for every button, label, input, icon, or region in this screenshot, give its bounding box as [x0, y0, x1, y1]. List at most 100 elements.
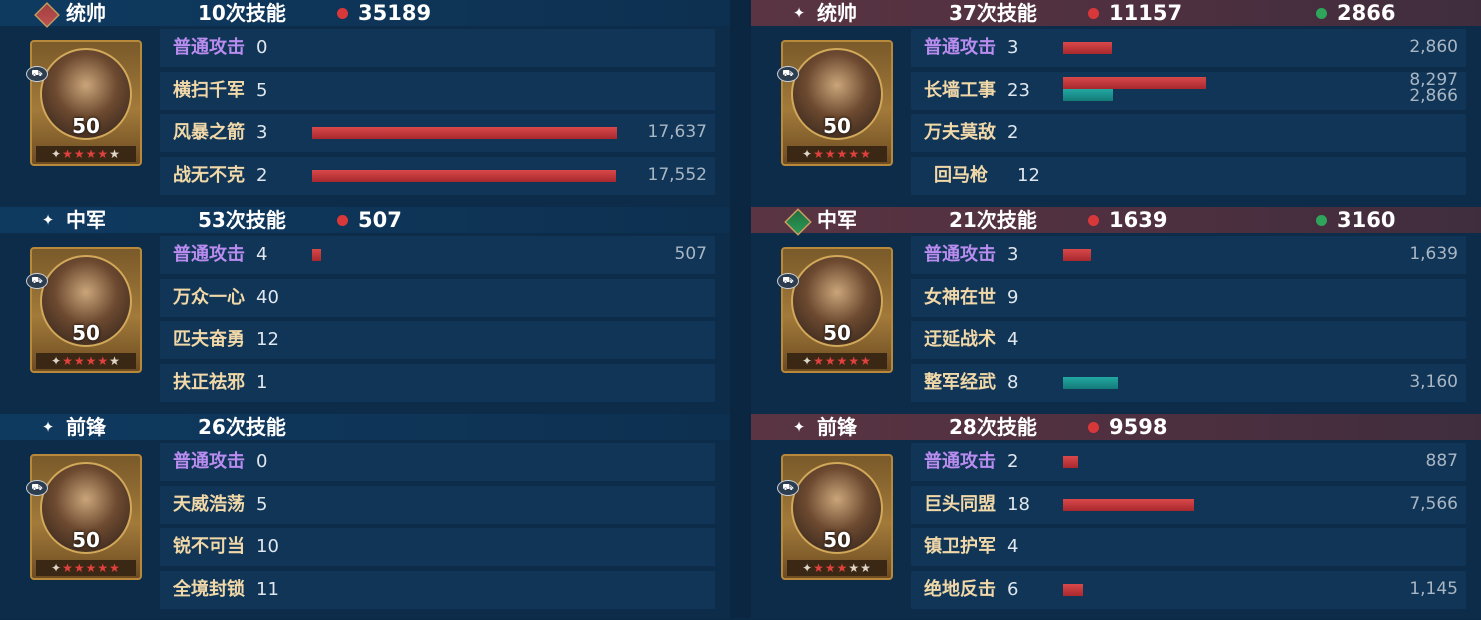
skill-row: 女神在世 9 — [911, 279, 1466, 317]
skill-count-total: 28次技能 — [949, 415, 1037, 439]
hero-level: 50 — [72, 321, 100, 345]
hero-position: 中军 — [817, 208, 857, 232]
hero-portrait[interactable]: ⛟ 50 ✦★★★★★ — [26, 454, 142, 580]
hero-header: 中军 21次技能 1639 3160 — [751, 207, 1481, 236]
star-rating: ✦★★★★★ — [787, 560, 887, 576]
skill-row: 镇卫护军 4 — [911, 528, 1466, 566]
skill-row: 普通攻击 2 887 — [911, 443, 1466, 481]
hero-header: ✦ 前锋 28次技能 9598 — [751, 414, 1481, 440]
star-icon: ★ — [836, 147, 849, 161]
skill-use-count: 1 — [256, 372, 268, 393]
total-damage: 35189 — [358, 1, 432, 25]
skill-name: 普通攻击 — [173, 37, 245, 58]
damage-dot-icon — [337, 8, 348, 19]
star-icon: ★ — [824, 561, 837, 575]
skill-row: 万众一心 40 — [160, 279, 715, 317]
troop-type-icon: ⛟ — [777, 480, 799, 496]
right-team-panel: ✦ 统帅 37次技能 11157 2866 ⛟ 50 ✦★★★★★ 普通攻击 3 2,860 长墙工事… — [751, 0, 1481, 618]
damage-dot-icon — [337, 215, 348, 226]
star-rating: ✦★★★★★ — [36, 353, 136, 369]
skill-use-count: 0 — [256, 451, 268, 472]
skill-name: 普通攻击 — [924, 451, 996, 472]
skill-row: 长墙工事 23 8,297 2,866 — [911, 71, 1466, 110]
sparkle-icon: ✦ — [41, 418, 55, 436]
hero-portrait[interactable]: ⛟ 50 ✦★★★★★ — [777, 247, 893, 373]
skill-row: 锐不可当 10 — [160, 528, 715, 566]
skill-use-count: 4 — [256, 244, 268, 265]
total-damage: 507 — [358, 208, 402, 232]
hero-portrait[interactable]: ⛟ 50 ✦★★★★★ — [777, 40, 893, 166]
skill-name: 万夫莫敌 — [924, 122, 996, 143]
skill-row: 战无不克 2 17,552 — [160, 157, 715, 195]
star-icon: ★ — [62, 561, 74, 575]
hero-level: 50 — [72, 114, 100, 138]
star-icon: ★ — [824, 354, 837, 368]
star-icon: ★ — [85, 147, 98, 161]
skill-name: 普通攻击 — [173, 451, 245, 472]
star-icon: ★ — [813, 561, 825, 575]
hero-position: 中军 — [66, 208, 106, 232]
damage-value: 17,637 — [647, 122, 707, 142]
skill-name: 匹夫奋勇 — [173, 329, 245, 350]
skill-row: 普通攻击 0 — [160, 29, 715, 67]
hero-portrait[interactable]: ⛟ 50 ✦★★★★★ — [26, 40, 142, 166]
damage-bar — [312, 127, 617, 139]
red-diamond-icon — [34, 2, 60, 28]
sparkle-icon: ✦ — [792, 4, 806, 22]
total-damage: 9598 — [1109, 415, 1168, 439]
skill-use-count: 4 — [1007, 329, 1019, 350]
damage-bar — [1063, 456, 1078, 468]
skill-use-count: 9 — [1007, 287, 1019, 308]
skill-name: 战无不克 — [173, 165, 245, 186]
damage-bar — [1063, 584, 1083, 596]
hero-level: 50 — [823, 114, 851, 138]
damage-value: 1,145 — [1409, 579, 1458, 599]
skill-name: 风暴之箭 — [173, 122, 245, 143]
star-icon: ★ — [860, 147, 872, 161]
skill-use-count: 12 — [256, 329, 279, 350]
hero-block: ✦ 中军 53次技能 507 ⛟ 50 ✦★★★★★ 普通攻击 4 507 万众一心 40 匹夫奋勇 12… — [0, 207, 730, 413]
skill-row: 普通攻击 3 2,860 — [911, 29, 1466, 67]
star-icon: ★ — [73, 561, 86, 575]
hero-block: 中军 21次技能 1639 3160 ⛟ 50 ✦★★★★★ 普通攻击 3 1,639 女神在世 9 迂… — [751, 207, 1481, 413]
damage-value: 17,552 — [647, 165, 707, 185]
total-heal: 3160 — [1337, 208, 1396, 232]
skill-use-count: 6 — [1007, 579, 1019, 600]
hero-header: ✦ 统帅 37次技能 11157 2866 — [751, 0, 1481, 26]
damage-bar — [312, 249, 321, 261]
troop-type-icon: ⛟ — [777, 273, 799, 289]
damage-bar — [312, 170, 616, 182]
skill-row: 横扫千军 5 — [160, 72, 715, 110]
hero-portrait[interactable]: ⛟ 50 ✦★★★★★ — [777, 454, 893, 580]
star-icon: ★ — [73, 147, 86, 161]
skill-row: 巨头同盟 18 7,566 — [911, 486, 1466, 524]
skill-name: 普通攻击 — [173, 244, 245, 265]
skill-row: 普通攻击 4 507 — [160, 236, 715, 274]
skill-name: 全境封锁 — [173, 579, 245, 600]
troop-type-icon: ⛟ — [26, 480, 48, 496]
star-rating: ✦★★★★★ — [36, 560, 136, 576]
damage-value: 1,639 — [1409, 244, 1458, 264]
skill-use-count: 10 — [256, 536, 279, 557]
star-rating: ✦★★★★★ — [787, 146, 887, 162]
hero-position: 统帅 — [66, 1, 106, 25]
skill-row: 普通攻击 3 1,639 — [911, 236, 1466, 274]
star-icon: ★ — [97, 561, 110, 575]
star-rating: ✦★★★★★ — [787, 353, 887, 369]
skill-use-count: 40 — [256, 287, 279, 308]
skill-row: 扶正祛邪 1 — [160, 364, 715, 402]
total-damage: 11157 — [1109, 1, 1183, 25]
skill-name: 横扫千军 — [173, 80, 245, 101]
sparkle-icon: ✦ — [792, 418, 806, 436]
star-icon: ★ — [848, 354, 861, 368]
star-icon: ★ — [813, 147, 825, 161]
skill-row: 整军经武 8 3,160 — [911, 364, 1466, 402]
hero-portrait[interactable]: ⛟ 50 ✦★★★★★ — [26, 247, 142, 373]
skill-use-count: 2 — [1007, 122, 1019, 143]
skill-name: 普通攻击 — [924, 37, 996, 58]
skill-use-count: 3 — [1007, 37, 1019, 58]
skill-count-total: 10次技能 — [198, 1, 286, 25]
left-team-panel: 统帅 10次技能 35189 ⛟ 50 ✦★★★★★ 普通攻击 0 横扫千军 5 风暴之箭 3 17,6… — [0, 0, 730, 618]
damage-value: 507 — [674, 244, 707, 264]
skill-use-count: 23 — [1007, 80, 1030, 101]
